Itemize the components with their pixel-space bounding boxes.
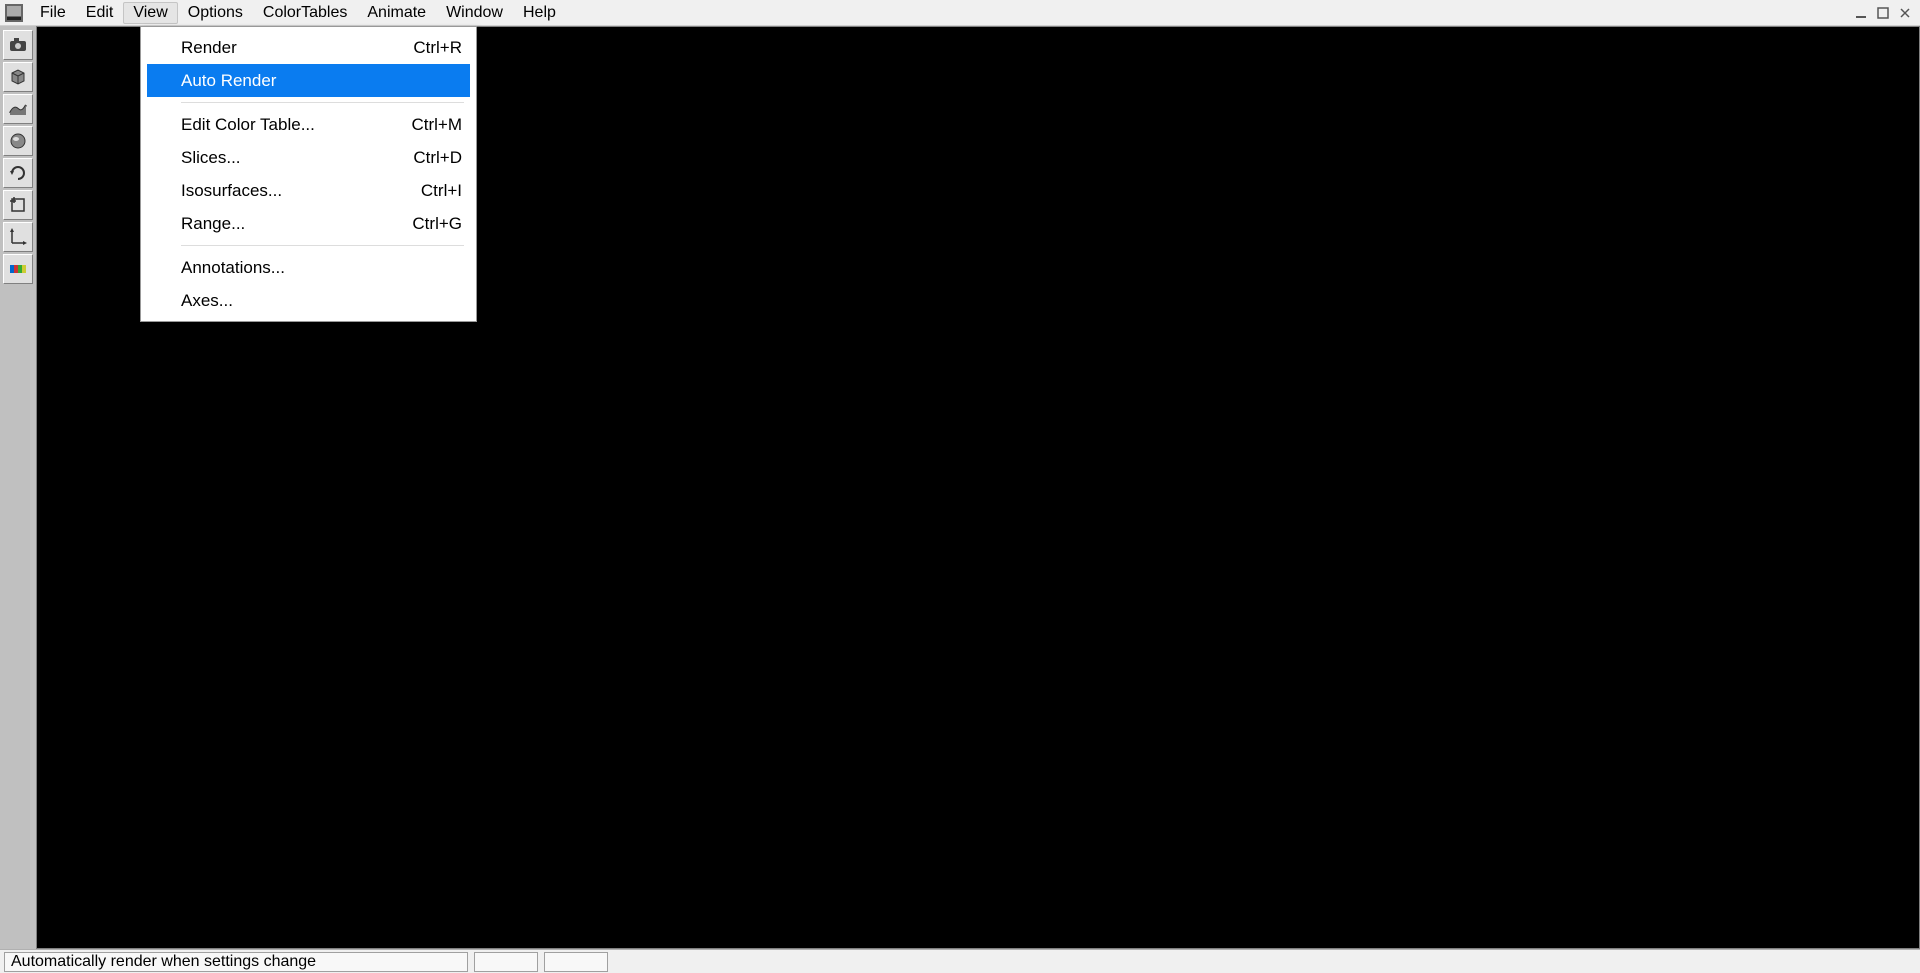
statusbar: Automatically render when settings chang…: [0, 949, 1920, 973]
menubar: File Edit View Options ColorTables Anima…: [0, 0, 1920, 26]
status-text: Automatically render when settings chang…: [4, 952, 468, 972]
app-icon: [4, 3, 24, 23]
menubar-item-colortables[interactable]: ColorTables: [253, 2, 357, 24]
minimize-icon[interactable]: [1852, 4, 1870, 22]
menu-separator: [181, 102, 464, 103]
menubar-item-options[interactable]: Options: [178, 2, 253, 24]
menu-item-range[interactable]: Range... Ctrl+G: [141, 207, 476, 240]
close-icon[interactable]: [1896, 4, 1914, 22]
menubar-item-window[interactable]: Window: [436, 2, 513, 24]
tool-axes[interactable]: [3, 222, 33, 252]
slice-icon: [8, 99, 28, 119]
menu-item-label: Render: [181, 38, 237, 58]
camera-icon: [8, 35, 28, 55]
tool-crop[interactable]: [3, 190, 33, 220]
menu-item-shortcut: Ctrl+R: [413, 38, 462, 58]
menu-item-slices[interactable]: Slices... Ctrl+D: [141, 141, 476, 174]
menu-item-auto-render[interactable]: Auto Render: [147, 64, 470, 97]
sphere-icon: [8, 131, 28, 151]
window-controls: [1852, 4, 1920, 22]
menu-item-shortcut: Ctrl+M: [411, 115, 462, 135]
menu-item-render[interactable]: Render Ctrl+R: [141, 31, 476, 64]
color-icon: [8, 259, 28, 279]
tool-camera[interactable]: [3, 30, 33, 60]
menubar-item-file[interactable]: File: [30, 2, 76, 24]
rotate-icon: [8, 163, 28, 183]
menu-item-label: Range...: [181, 214, 245, 234]
menu-separator: [181, 245, 464, 246]
menu-item-label: Slices...: [181, 148, 241, 168]
tool-slice[interactable]: [3, 94, 33, 124]
tool-cube[interactable]: [3, 62, 33, 92]
menu-item-label: Axes...: [181, 291, 233, 311]
status-slot-1: [474, 952, 538, 972]
tool-color[interactable]: [3, 254, 33, 284]
crop-icon: [8, 195, 28, 215]
menubar-item-view[interactable]: View: [123, 2, 177, 24]
menu-item-shortcut: Ctrl+G: [412, 214, 462, 234]
view-dropdown-menu: Render Ctrl+R Auto Render Edit Color Tab…: [140, 26, 477, 322]
menubar-item-help[interactable]: Help: [513, 2, 566, 24]
menubar-item-animate[interactable]: Animate: [357, 2, 436, 24]
menu-item-label: Annotations...: [181, 258, 285, 278]
status-slot-2: [544, 952, 608, 972]
tool-rotate[interactable]: [3, 158, 33, 188]
vertical-toolbar: [0, 26, 36, 949]
menu-item-label: Auto Render: [181, 71, 276, 91]
axes-icon: [8, 227, 28, 247]
tool-sphere[interactable]: [3, 126, 33, 156]
menu-item-shortcut: Ctrl+I: [421, 181, 462, 201]
menubar-item-edit[interactable]: Edit: [76, 2, 124, 24]
menu-item-label: Edit Color Table...: [181, 115, 315, 135]
menu-item-shortcut: Ctrl+D: [413, 148, 462, 168]
maximize-icon[interactable]: [1874, 4, 1892, 22]
menu-item-annotations[interactable]: Annotations...: [141, 251, 476, 284]
menu-item-label: Isosurfaces...: [181, 181, 282, 201]
menu-item-isosurfaces[interactable]: Isosurfaces... Ctrl+I: [141, 174, 476, 207]
menu-item-edit-color-table[interactable]: Edit Color Table... Ctrl+M: [141, 108, 476, 141]
cube-icon: [8, 67, 28, 87]
menu-item-axes[interactable]: Axes...: [141, 284, 476, 317]
